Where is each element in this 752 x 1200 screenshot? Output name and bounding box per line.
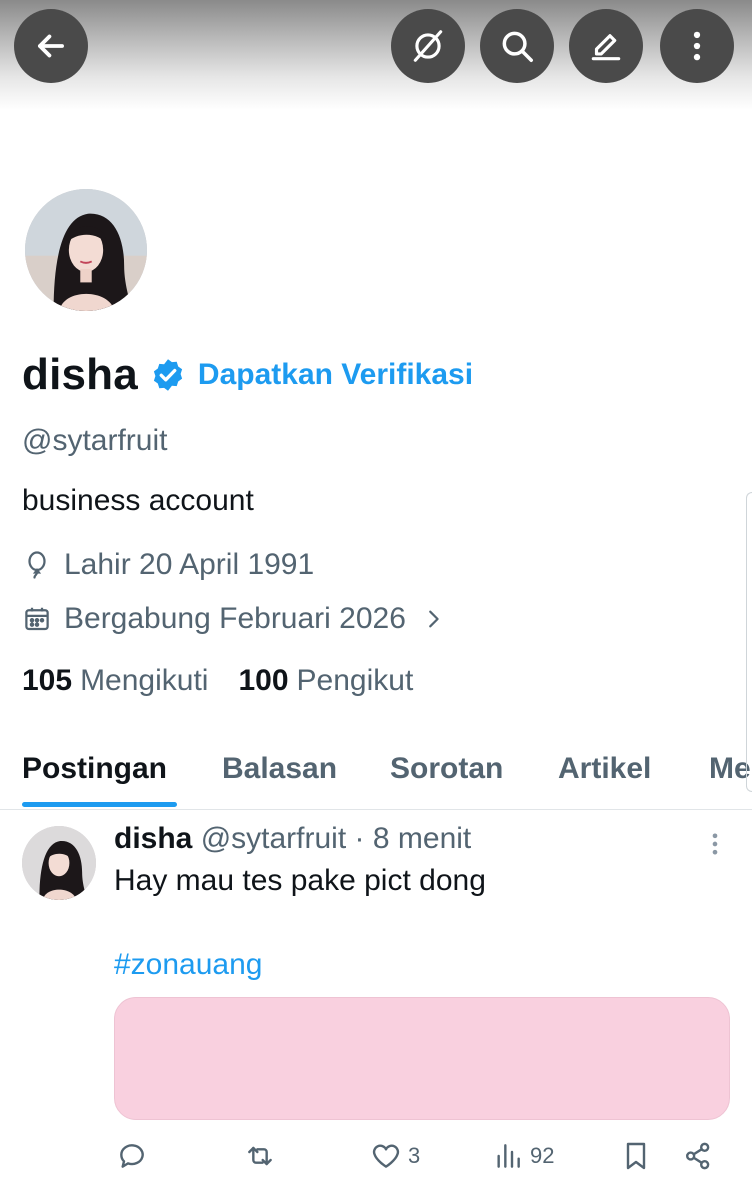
post-separator: · (354, 822, 365, 855)
post-hashtag-link[interactable]: #zonauang (114, 948, 262, 982)
post-timestamp[interactable]: 8 menit (373, 822, 471, 855)
arrow-left-icon (38, 34, 64, 58)
grok-icon (413, 30, 443, 62)
views-button[interactable]: 92 (492, 1140, 554, 1172)
following-label: Mengikuti (80, 664, 209, 697)
post-author-name[interactable]: disha (114, 822, 192, 855)
more-vertical-icon (693, 31, 701, 61)
more-options-button[interactable] (660, 9, 734, 83)
display-name: disha (22, 350, 138, 399)
post-more-icon[interactable] (706, 830, 724, 858)
profile-tabs: Postingan Balasan Sorotan Artikel Me (0, 738, 752, 810)
followers-stat[interactable]: 100 Pengikut (238, 664, 413, 698)
repost-icon (248, 1146, 272, 1166)
profile-bio: business account (22, 484, 254, 517)
bookmark-icon (626, 1142, 646, 1170)
like-count: 3 (408, 1143, 421, 1168)
post-action-bar: 3 92 (0, 1138, 752, 1182)
tab-replies[interactable]: Balasan (222, 752, 337, 786)
profile-avatar[interactable] (22, 186, 150, 314)
tab-articles[interactable]: Artikel (558, 752, 651, 786)
calendar-icon (25, 607, 49, 631)
edit-profile-button[interactable] (569, 9, 643, 83)
like-button[interactable]: 3 (370, 1140, 420, 1172)
balloon-icon (28, 551, 46, 579)
share-button[interactable] (682, 1140, 714, 1172)
chevron-right-icon (429, 610, 439, 628)
post-header: disha @sytarfruit · 8 menit (114, 822, 471, 856)
bookmark-button[interactable] (620, 1140, 652, 1172)
search-button[interactable] (480, 9, 554, 83)
join-date-row[interactable]: Bergabung Februari 2026 (22, 602, 456, 636)
followers-count: 100 (238, 664, 289, 697)
followers-label: Pengikut (296, 664, 414, 697)
analytics-icon (497, 1144, 520, 1168)
post-text: Hay mau tes pake pict dong (114, 864, 486, 897)
following-stat[interactable]: 105 Mengikuti (22, 664, 208, 698)
birth-date-row: Lahir 20 April 1991 (22, 548, 314, 582)
repost-button[interactable] (244, 1140, 282, 1172)
birth-date-text: Lahir 20 April 1991 (64, 548, 315, 581)
back-button[interactable] (14, 9, 88, 83)
post-author-handle[interactable]: @sytarfruit (201, 822, 346, 855)
active-tab-indicator (22, 802, 177, 807)
post-author-avatar[interactable] (22, 826, 96, 900)
get-verified-link[interactable]: Dapatkan Verifikasi (198, 358, 473, 392)
edit-icon (591, 34, 621, 61)
grok-button[interactable] (391, 9, 465, 83)
tab-media[interactable]: Me (709, 752, 751, 786)
heart-icon (372, 1144, 400, 1168)
verified-badge-icon[interactable] (150, 357, 186, 393)
search-icon (502, 31, 533, 62)
scroll-handle[interactable] (746, 492, 752, 792)
post-media-image[interactable] (114, 997, 730, 1120)
join-date-text: Bergabung Februari 2026 (64, 602, 406, 635)
following-count: 105 (22, 664, 73, 697)
view-count: 92 (530, 1143, 555, 1168)
tab-highlights[interactable]: Sorotan (390, 752, 503, 786)
reply-icon (120, 1144, 144, 1168)
reply-button[interactable] (116, 1140, 154, 1172)
share-icon (686, 1142, 710, 1170)
profile-handle: @sytarfruit (22, 424, 168, 457)
tab-posts[interactable]: Postingan (22, 752, 167, 786)
